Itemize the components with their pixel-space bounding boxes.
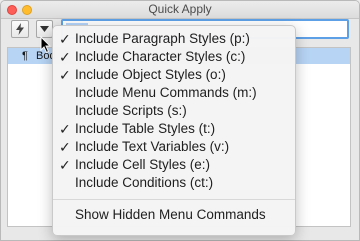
menu-item-label: Include Cell Styles (e:)	[75, 157, 211, 172]
chevron-down-icon	[40, 26, 49, 32]
lightning-icon	[16, 23, 24, 35]
mouse-cursor-icon	[40, 36, 52, 54]
paragraph-icon: ¶	[22, 50, 28, 62]
menu-item-label: Include Text Variables (v:)	[75, 139, 230, 154]
checkmark-icon: ✓	[59, 49, 71, 65]
menu-item-label: Include Conditions (ct:)	[75, 175, 214, 190]
menu-item-text-variables[interactable]: ✓ Include Text Variables (v:)	[53, 138, 295, 156]
checkmark-icon: ✓	[59, 31, 71, 47]
menu-item-label: Include Scripts (s:)	[75, 103, 187, 118]
menu-item-character-styles[interactable]: ✓ Include Character Styles (c:)	[53, 48, 295, 66]
menu-item-label: Include Menu Commands (m:)	[75, 85, 257, 100]
menu-item-cell-styles[interactable]: ✓ Include Cell Styles (e:)	[53, 156, 295, 174]
menu-item-label: Include Paragraph Styles (p:)	[75, 31, 250, 46]
menu-item-table-styles[interactable]: ✓ Include Table Styles (t:)	[53, 120, 295, 138]
menu-item-label: Include Table Styles (t:)	[75, 121, 216, 136]
window-title: Quick Apply	[148, 2, 212, 16]
menu-item-object-styles[interactable]: ✓ Include Object Styles (o:)	[53, 66, 295, 84]
menu-item-label: Include Character Styles (c:)	[75, 49, 246, 64]
menu-item-conditions[interactable]: Include Conditions (ct:)	[53, 174, 295, 192]
menu-item-label: Include Object Styles (o:)	[75, 67, 226, 82]
menu-item-show-hidden-commands[interactable]: Show Hidden Menu Commands	[53, 206, 295, 224]
menu-item-paragraph-styles[interactable]: ✓ Include Paragraph Styles (p:)	[53, 30, 295, 48]
title-bar: Quick Apply	[1, 1, 359, 19]
checkmark-icon: ✓	[59, 157, 71, 173]
options-dropdown-menu: ✓ Include Paragraph Styles (p:) ✓ Includ…	[52, 25, 296, 236]
menu-item-label: Show Hidden Menu Commands	[75, 207, 266, 222]
checkmark-icon: ✓	[59, 139, 71, 155]
checkmark-icon: ✓	[59, 67, 71, 83]
menu-item-scripts[interactable]: Include Scripts (s:)	[53, 102, 295, 120]
menu-item-menu-commands[interactable]: Include Menu Commands (m:)	[53, 84, 295, 102]
menu-separator	[53, 199, 295, 200]
quick-apply-button[interactable]	[11, 20, 29, 38]
checkmark-icon: ✓	[59, 121, 71, 137]
